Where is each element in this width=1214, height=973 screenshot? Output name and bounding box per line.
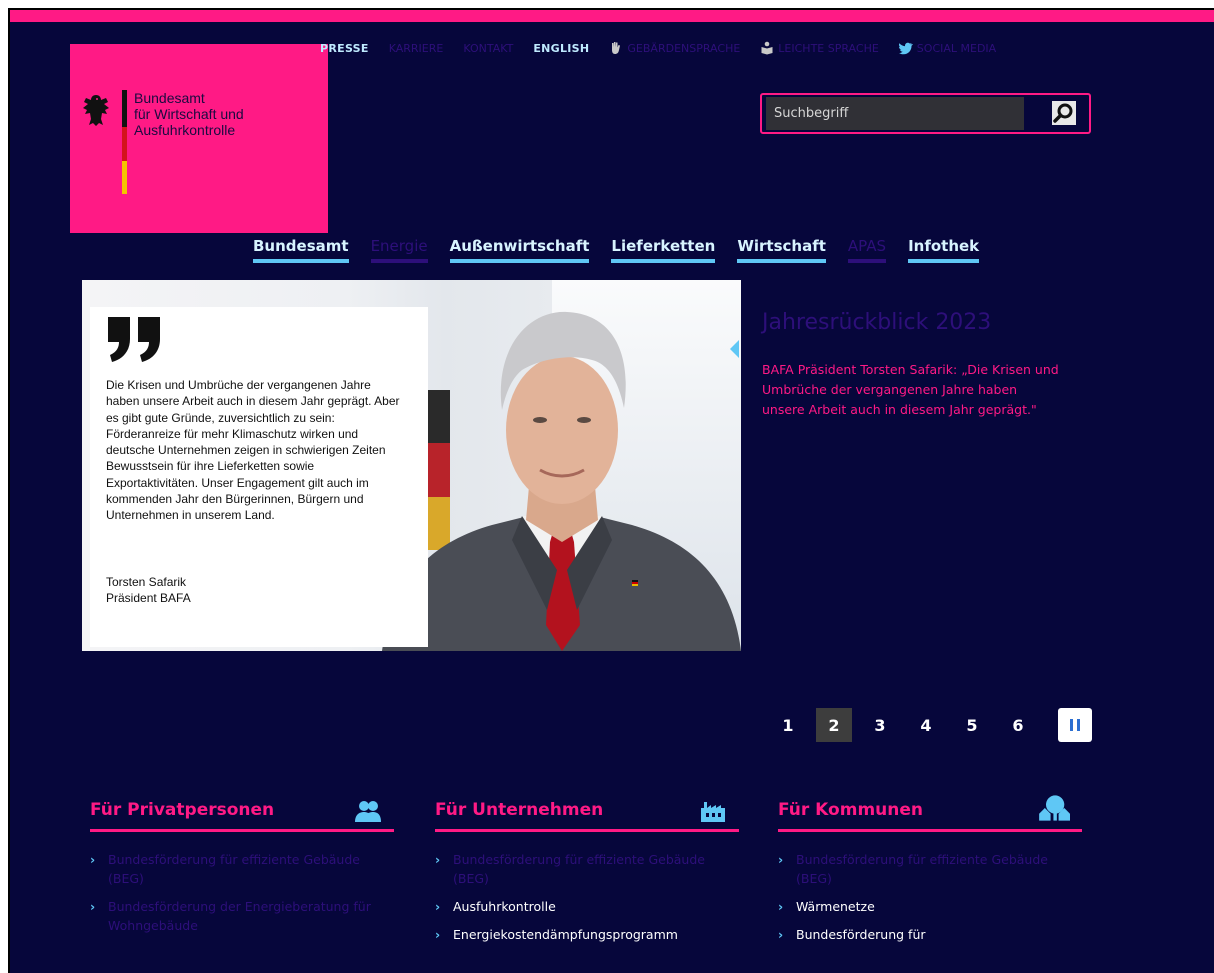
list-item[interactable]: › Energiekostendämpfungsprogramm: [435, 925, 739, 944]
metanav-social-media-label: SOCIAL MEDIA: [916, 41, 997, 55]
column-private-list: › Bundesförderung für effiziente Gebäude …: [90, 850, 394, 935]
teaser-text: BAFA Präsident Torsten Safarik: „Die Kri…: [762, 362, 1059, 417]
list-item-label: Ausfuhrkontrolle: [453, 899, 556, 914]
metanav-leichte-sprache[interactable]: LEICHTE SPRACHE: [760, 41, 879, 55]
list-item-label: Bundesförderung für effiziente Gebäude (…: [453, 852, 705, 886]
chevron-right-icon: ›: [778, 927, 784, 942]
search-input[interactable]: [766, 97, 1024, 130]
list-item[interactable]: › Ausfuhrkontrolle: [435, 897, 739, 916]
metanav-gebaerdensprache[interactable]: GEBÄRDENSPRACHE: [609, 41, 740, 55]
top-accent-bar: [10, 10, 1214, 22]
column-private-header: Für Privatpersonen: [90, 794, 394, 832]
quote-author-name: Torsten Safarik: [106, 575, 187, 589]
search-icon: [1053, 103, 1073, 123]
quote-author: Torsten Safarik Präsident BAFA: [106, 574, 191, 606]
column-business-title[interactable]: Für Unternehmen: [435, 800, 603, 820]
quote-text: Die Krisen und Umbrüche der vergangenen …: [106, 378, 400, 523]
quote-box: Die Krisen und Umbrüche der vergangenen …: [90, 307, 428, 647]
search-box: [760, 93, 1091, 134]
slide-page-6[interactable]: 6: [1000, 708, 1036, 742]
column-municipal-header: Für Kommunen: [778, 794, 1082, 832]
nav-aussenwirtschaft[interactable]: Außenwirtschaft: [449, 237, 590, 263]
metanav-karriere[interactable]: KARRIERE: [389, 42, 444, 55]
slide-page-4[interactable]: 4: [908, 708, 944, 742]
column-private: Für Privatpersonen › Bundesförderung für …: [90, 794, 394, 944]
slide-page-3[interactable]: 3: [862, 708, 898, 742]
nav-wirtschaft[interactable]: Wirtschaft: [737, 237, 826, 263]
slide-page-1[interactable]: 1: [770, 708, 806, 742]
list-item-label: Bundesförderung für effiziente Gebäude (…: [108, 852, 360, 886]
logo-line-3: Ausfuhrkontrolle: [134, 122, 236, 138]
nav-apas[interactable]: APAS: [847, 237, 887, 263]
bafa-logo[interactable]: Bundesamt für Wirtschaft und Ausfuhrkont…: [70, 44, 328, 233]
list-item-label: Energiekostendämpfungsprogramm: [453, 927, 678, 942]
teaser-title[interactable]: Jahresrückblick 2023: [762, 310, 991, 335]
list-item[interactable]: › Bundesförderung für effiziente Gebäude …: [435, 850, 739, 888]
column-municipal: Für Kommunen › Bundesförderung für effizi…: [778, 794, 1082, 953]
slide-page-2[interactable]: 2: [816, 708, 852, 742]
pause-icon: [1070, 719, 1073, 731]
column-municipal-title[interactable]: Für Kommunen: [778, 800, 923, 820]
logo-line-1: Bundesamt: [134, 90, 205, 106]
slider-pause-button[interactable]: [1058, 708, 1092, 742]
people-icon: [355, 801, 381, 822]
column-business: Für Unternehmen › Bundesförderung für eff…: [435, 794, 739, 953]
quote-mark-icon: [108, 317, 160, 362]
teaser-pointer-arrow: [730, 340, 739, 358]
easy-language-icon: [761, 41, 773, 55]
nav-infothek[interactable]: Infothek: [908, 237, 980, 263]
list-item-label: Bundesförderung der Energieberatung für …: [108, 899, 371, 933]
nav-lieferketten[interactable]: Lieferketten: [611, 237, 716, 263]
hand-sign-icon: [612, 42, 621, 54]
list-item[interactable]: › Bundesförderung der Energieberatung für…: [90, 897, 394, 935]
list-item[interactable]: › Bundesförderung für: [778, 925, 1082, 944]
page-frame: Bundesamt für Wirtschaft und Ausfuhrkont…: [8, 8, 1214, 973]
twitter-bird-icon: [898, 42, 913, 55]
nav-energie[interactable]: Energie: [370, 237, 428, 263]
metanav-social-media[interactable]: SOCIAL MEDIA: [898, 41, 997, 55]
column-business-header: Für Unternehmen: [435, 794, 739, 832]
list-item[interactable]: › Bundesförderung für effiziente Gebäude …: [90, 850, 394, 888]
main-navigation: Bundesamt Energie Außenwirtschaft Liefer…: [253, 237, 980, 267]
tree-houses-icon: [1039, 795, 1070, 821]
search-button[interactable]: [1052, 101, 1076, 125]
list-item-label: Bundesförderung für effiziente Gebäude (…: [796, 852, 1048, 886]
chevron-right-icon: ›: [435, 927, 441, 942]
chevron-right-icon: ›: [435, 852, 441, 867]
meta-navigation: PRESSE KARRIERE KONTAKT ENGLISH GEBÄRDEN…: [320, 40, 1016, 56]
list-item[interactable]: › Bundesförderung für effiziente Gebäude …: [778, 850, 1082, 888]
metanav-gebaerdensprache-label: GEBÄRDENSPRACHE: [627, 41, 741, 55]
logo-text: Bundesamt für Wirtschaft und Ausfuhrkont…: [134, 90, 244, 138]
nav-bundesamt[interactable]: Bundesamt: [253, 237, 349, 263]
metanav-kontakt[interactable]: KONTAKT: [463, 42, 513, 55]
metanav-leichte-sprache-label: LEICHTE SPRACHE: [778, 41, 879, 55]
pause-icon: [1077, 719, 1080, 731]
logo-line-2: für Wirtschaft und: [134, 106, 244, 122]
chevron-right-icon: ›: [90, 852, 96, 867]
column-business-list: › Bundesförderung für effiziente Gebäude …: [435, 850, 739, 944]
chevron-right-icon: ›: [435, 899, 441, 914]
chevron-right-icon: ›: [90, 899, 96, 914]
chevron-right-icon: ›: [778, 852, 784, 867]
list-item[interactable]: › Wärmenetze: [778, 897, 1082, 916]
federal-eagle-icon: [83, 95, 109, 126]
list-item-label: Bundesförderung für: [796, 927, 926, 942]
hero-slide[interactable]: Die Krisen und Umbrüche der vergangenen …: [82, 280, 741, 651]
column-municipal-list: › Bundesförderung für effiziente Gebäude …: [778, 850, 1082, 944]
quote-author-role: Präsident BAFA: [106, 591, 191, 605]
column-private-title[interactable]: Für Privatpersonen: [90, 800, 274, 820]
chevron-right-icon: ›: [778, 899, 784, 914]
factory-icon: [701, 802, 725, 822]
metanav-english[interactable]: ENGLISH: [533, 42, 589, 55]
metanav-presse[interactable]: PRESSE: [320, 42, 369, 55]
list-item-label: Wärmenetze: [796, 899, 875, 914]
german-flag-bar: [122, 90, 127, 194]
slider-pagination: 1 2 3 4 5 6: [770, 708, 1092, 742]
slide-page-5[interactable]: 5: [954, 708, 990, 742]
